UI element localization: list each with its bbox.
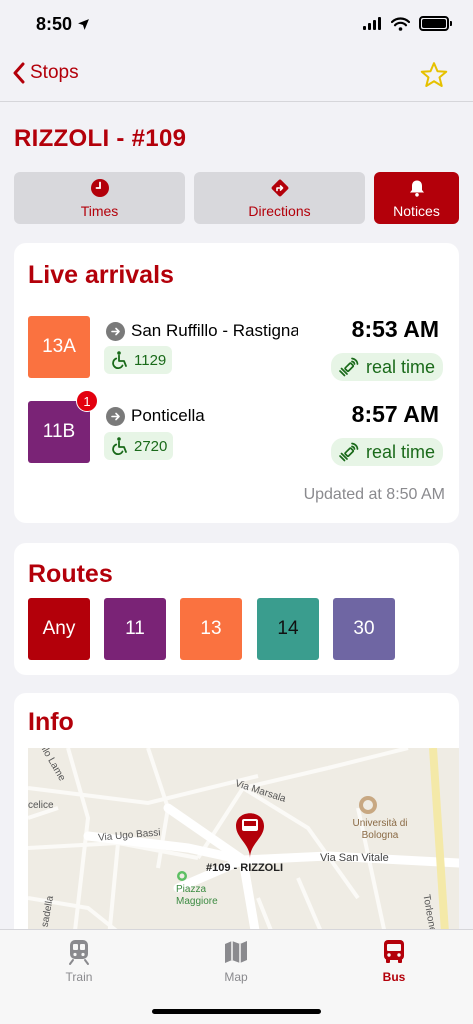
tab-map[interactable]: Map bbox=[196, 938, 276, 984]
tab-times[interactable]: Times bbox=[14, 172, 185, 224]
back-button[interactable]: Stops bbox=[12, 62, 79, 84]
train-icon bbox=[69, 940, 89, 965]
realtime-badge: real time bbox=[330, 438, 443, 466]
bell-icon bbox=[409, 180, 424, 197]
status-time: 8:50 bbox=[36, 14, 90, 35]
map-label-street: celice bbox=[28, 800, 54, 811]
arrival-time: 8:57 AM bbox=[351, 401, 439, 427]
route-filter-13[interactable]: 13 bbox=[180, 598, 242, 660]
status-icons bbox=[363, 16, 452, 31]
wifi-icon bbox=[391, 16, 410, 31]
home-indicator bbox=[152, 1009, 321, 1014]
directions-icon bbox=[271, 179, 288, 196]
tab-bus[interactable]: Bus bbox=[354, 938, 434, 984]
map-label-street: Via San Vitale bbox=[320, 852, 389, 864]
chevron-left-icon bbox=[13, 62, 25, 84]
map-label-university: Università di Bologna bbox=[352, 818, 408, 841]
accessible-vehicle: 2720 bbox=[104, 432, 174, 460]
routes-card: Routes Any 11 13 14 30 bbox=[14, 543, 459, 675]
arrival-time: 8:53 AM bbox=[351, 316, 439, 342]
arrival-destination: Ponticella bbox=[106, 406, 298, 426]
live-arrivals-title: Live arrivals bbox=[28, 261, 174, 289]
star-icon bbox=[420, 62, 448, 87]
nav-bar: Stops bbox=[0, 52, 473, 102]
satellite-icon bbox=[339, 442, 359, 462]
tab-notices[interactable]: Notices bbox=[374, 172, 459, 224]
tab-train[interactable]: Train bbox=[39, 938, 119, 984]
route-filter-11[interactable]: 11 bbox=[104, 598, 166, 660]
realtime-badge: real time bbox=[330, 353, 443, 381]
signal-icon bbox=[363, 17, 381, 30]
location-arrow-icon bbox=[78, 19, 89, 30]
map-label-stop: #109 - RIZZOLI bbox=[206, 862, 284, 874]
accessible-vehicle: 1129 bbox=[104, 346, 173, 374]
wheelchair-icon bbox=[112, 437, 127, 456]
page-title: RIZZOLI - #109 bbox=[14, 125, 187, 152]
routes-title: Routes bbox=[28, 560, 113, 588]
wheelchair-icon bbox=[112, 351, 127, 370]
route-filter-30[interactable]: 30 bbox=[333, 598, 395, 660]
live-arrivals-card: Live arrivals 13A San Ruffillo - Rastign… bbox=[14, 243, 459, 523]
route-filter-any[interactable]: Any bbox=[28, 598, 90, 660]
clock-icon bbox=[90, 178, 109, 197]
satellite-icon bbox=[339, 357, 359, 377]
arrival-destination: San Ruffillo - Rastignano bbox=[106, 321, 298, 341]
battery-icon bbox=[419, 16, 452, 31]
map-label-piazza: Piazza Maggiore bbox=[176, 884, 218, 907]
status-bar: 8:50 bbox=[0, 0, 473, 50]
map-pin bbox=[236, 813, 264, 858]
arrow-right-icon bbox=[106, 406, 125, 426]
map-icon bbox=[225, 941, 247, 963]
bus-icon bbox=[384, 940, 404, 963]
stop-map[interactable]: #109 - RIZZOLI Via Marsala Via Ugo Bassi… bbox=[28, 748, 459, 948]
route-filter-14[interactable]: 14 bbox=[257, 598, 319, 660]
back-label: Stops bbox=[30, 62, 79, 83]
map-streets bbox=[28, 748, 459, 948]
updated-timestamp: Updated at 8:50 AM bbox=[303, 486, 445, 503]
tab-directions[interactable]: Directions bbox=[194, 172, 365, 224]
line-badge[interactable]: 13A bbox=[28, 316, 90, 378]
arrow-right-icon bbox=[106, 321, 125, 341]
info-title: Info bbox=[28, 708, 74, 736]
favorite-button[interactable] bbox=[419, 60, 449, 95]
notice-count-badge: 1 bbox=[76, 390, 98, 412]
